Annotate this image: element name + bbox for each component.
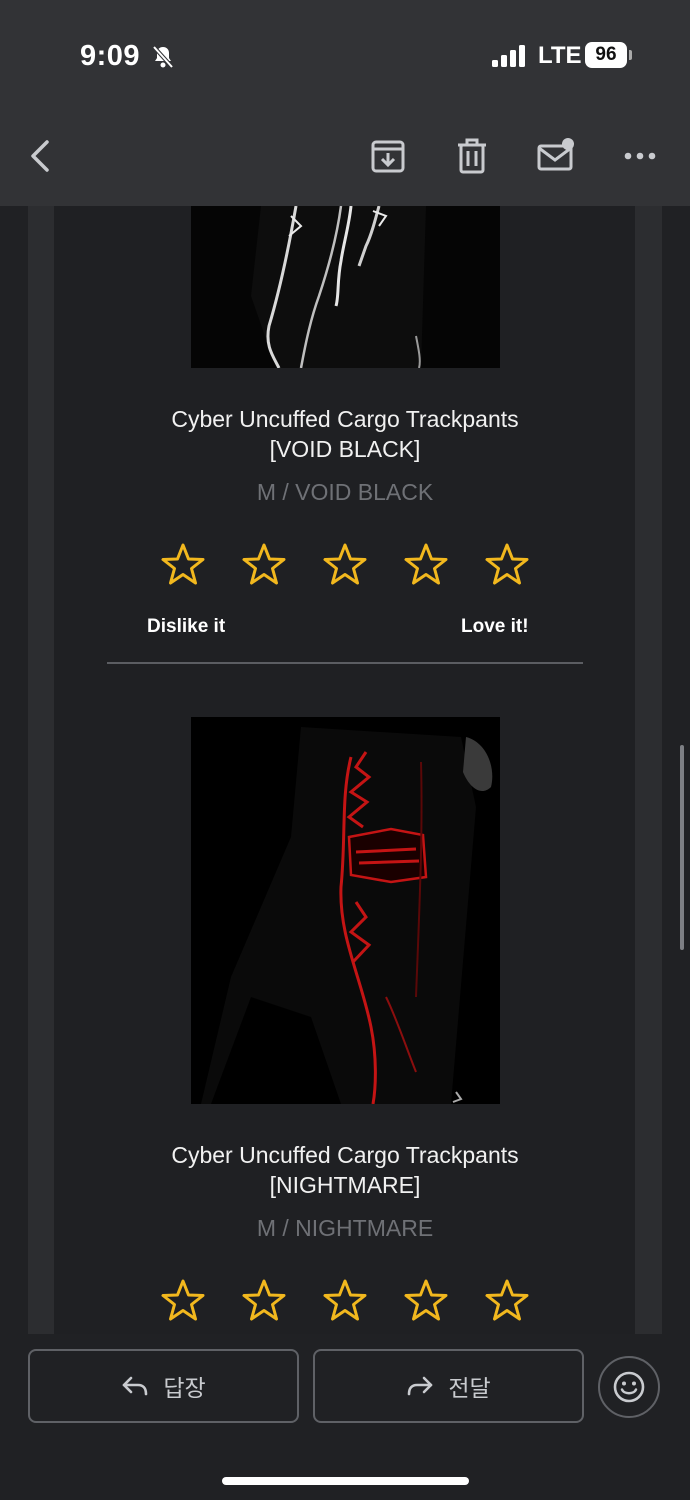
rating-low-label: Dislike it (147, 616, 226, 637)
network-label: LTE (538, 42, 582, 69)
forward-button[interactable]: 전달 (313, 1349, 584, 1423)
battery-indicator: 96 (585, 42, 627, 68)
smiley-icon (613, 1371, 645, 1403)
top-bar: 9:09 LTE 96 (0, 0, 690, 206)
star-3-icon[interactable] (322, 1278, 368, 1324)
rating-stars (160, 542, 530, 588)
star-5-icon[interactable] (484, 542, 530, 588)
reply-label: 답장 (163, 1375, 206, 1401)
star-1-icon[interactable] (160, 1278, 206, 1324)
divider (107, 662, 583, 664)
product-title-line1: Cyber Uncuffed Cargo Trackpants (171, 406, 519, 432)
product-title-line1: Cyber Uncuffed Cargo Trackpants (171, 1142, 519, 1168)
signal-icon (492, 45, 525, 67)
scrollbar[interactable] (680, 745, 684, 950)
rating-high-label: Love it! (461, 616, 529, 637)
star-2-icon[interactable] (241, 542, 287, 588)
star-1-icon[interactable] (160, 542, 206, 588)
star-5-icon[interactable] (484, 1278, 530, 1324)
star-3-icon[interactable] (322, 542, 368, 588)
forward-label: 전달 (448, 1375, 491, 1401)
battery-tip (629, 50, 632, 60)
product-title[interactable]: Cyber Uncuffed Cargo Trackpants [NIGHTMA… (108, 1140, 582, 1200)
status-time: 9:09 (80, 40, 141, 72)
rating-stars (160, 1278, 530, 1324)
reply-icon (123, 1376, 148, 1396)
star-2-icon[interactable] (241, 1278, 287, 1324)
more-icon[interactable] (620, 136, 660, 176)
forward-icon (408, 1376, 433, 1396)
product-variant: M / VOID BLACK (256, 479, 434, 505)
star-4-icon[interactable] (403, 542, 449, 588)
home-indicator[interactable] (222, 1477, 469, 1485)
mark-unread-icon[interactable] (536, 136, 576, 176)
bell-muted-icon (152, 45, 174, 69)
reply-button[interactable]: 답장 (28, 1349, 299, 1423)
product-image-nightmare[interactable] (191, 717, 500, 1104)
delete-icon[interactable] (452, 136, 492, 176)
product-image-void-black[interactable] (191, 206, 500, 368)
emoji-reaction-button[interactable] (598, 1356, 660, 1418)
product-title-line2: [NIGHTMARE] (269, 1172, 421, 1198)
archive-icon[interactable] (368, 136, 408, 176)
product-title[interactable]: Cyber Uncuffed Cargo Trackpants [VOID BL… (108, 404, 582, 464)
back-icon[interactable] (22, 136, 62, 176)
product-title-line2: [VOID BLACK] (269, 436, 421, 462)
product-variant: M / NIGHTMARE (256, 1215, 434, 1241)
star-4-icon[interactable] (403, 1278, 449, 1324)
